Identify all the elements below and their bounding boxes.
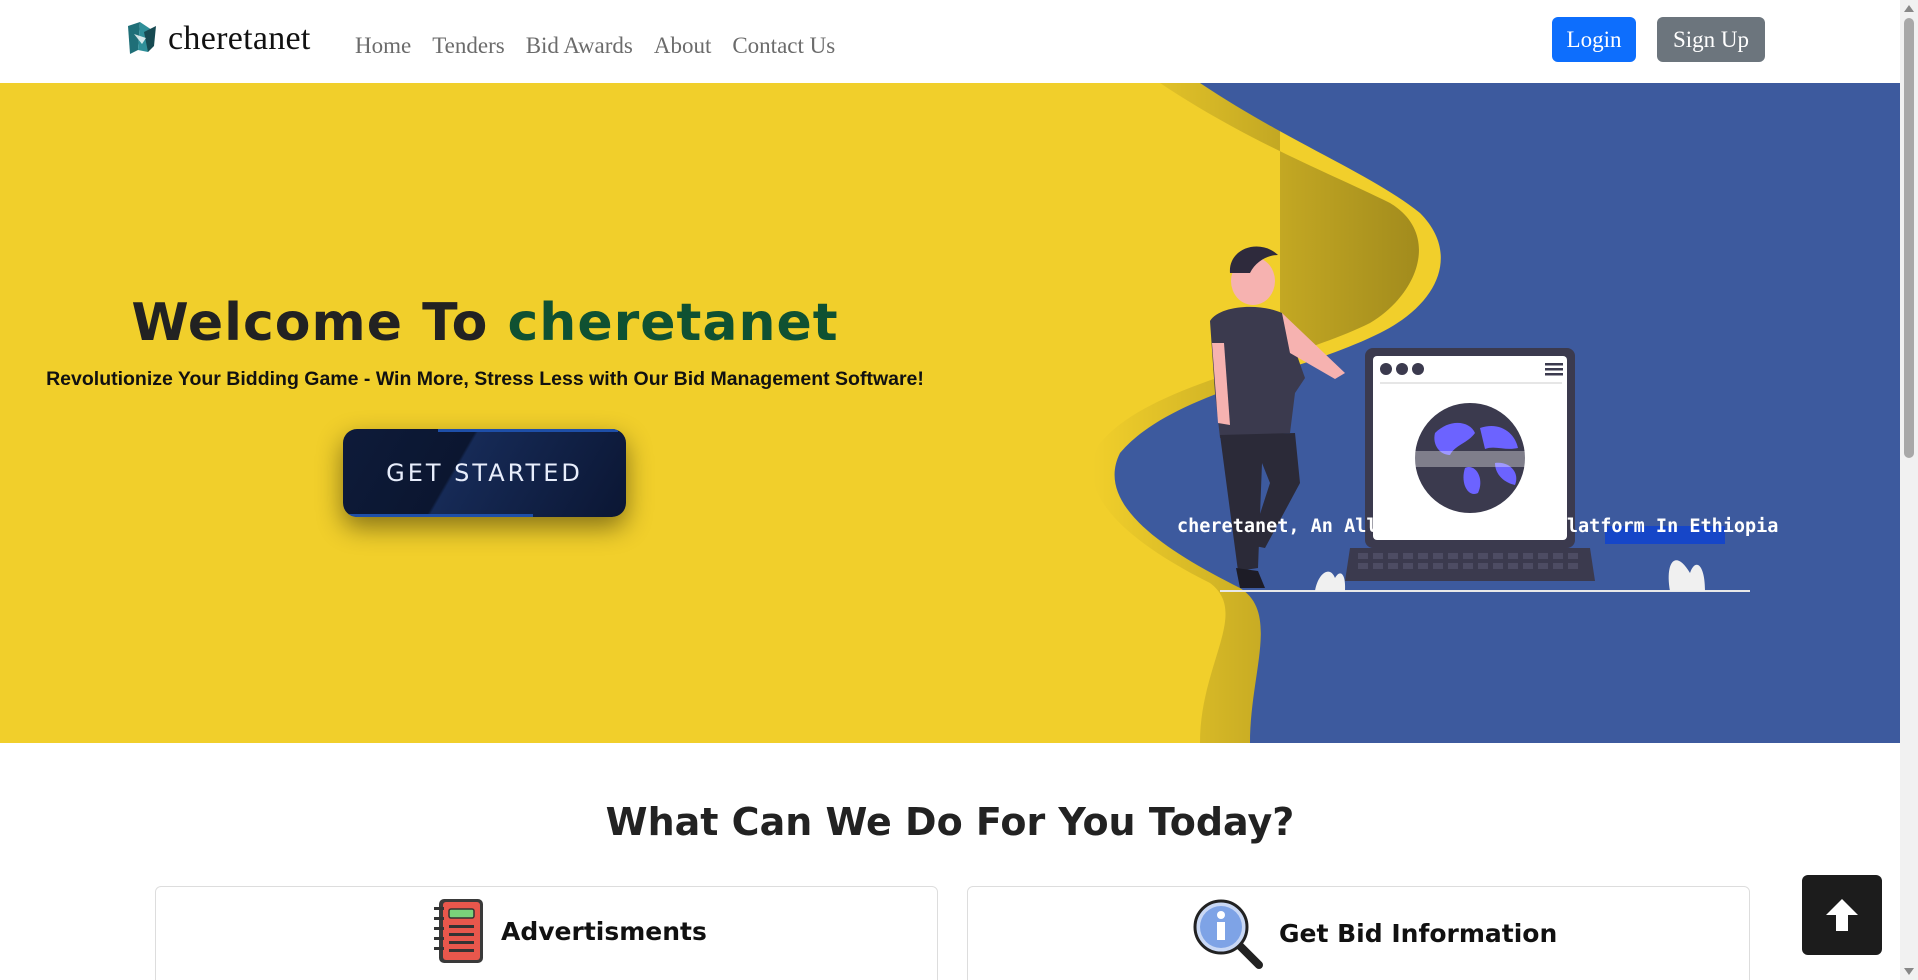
hero-title: Welcome To cheretanet bbox=[0, 293, 970, 353]
get-started-button[interactable]: GET STARTED bbox=[343, 429, 626, 517]
navbar: cheretanet Home Tenders Bid Awards About… bbox=[0, 0, 1900, 83]
nav-about[interactable]: About bbox=[654, 33, 712, 59]
bid-information-card[interactable]: Get Bid Information bbox=[967, 886, 1750, 980]
scroll-up-icon[interactable] bbox=[1904, 5, 1914, 12]
nav-home[interactable]: Home bbox=[355, 33, 411, 59]
brand-logo-icon bbox=[128, 22, 156, 54]
page-scrollbar[interactable] bbox=[1900, 0, 1918, 980]
main-nav: Home Tenders Bid Awards About Contact Us bbox=[355, 33, 856, 59]
hero-title-prefix: Welcome To bbox=[131, 293, 489, 353]
login-button[interactable]: Login bbox=[1552, 17, 1636, 62]
services-title: What Can We Do For You Today? bbox=[605, 800, 1295, 844]
scroll-thumb[interactable] bbox=[1904, 18, 1914, 458]
signup-button[interactable]: Sign Up bbox=[1657, 17, 1765, 62]
card-header: Advertisments bbox=[431, 897, 707, 965]
hero-title-accent: cheretanet bbox=[507, 293, 839, 353]
brand[interactable]: cheretanet bbox=[126, 20, 311, 58]
hero-caption: cheretanet, An All-In-One Bidding Platfo… bbox=[1177, 516, 1779, 537]
hero-subtitle: Revolutionize Your Bidding Game - Win Mo… bbox=[46, 368, 924, 390]
nav-contact-us[interactable]: Contact Us bbox=[732, 33, 835, 59]
advertisements-card[interactable]: Advertisments bbox=[155, 886, 938, 980]
info-magnifier-icon bbox=[1193, 899, 1263, 969]
nav-tenders[interactable]: Tenders bbox=[432, 33, 504, 59]
back-to-top-button[interactable] bbox=[1802, 875, 1882, 955]
card-label: Advertisments bbox=[501, 916, 707, 946]
card-label: Get Bid Information bbox=[1279, 918, 1558, 948]
card-header: Get Bid Information bbox=[1193, 897, 1557, 969]
hero-section: Welcome To cheretanet Revolutionize Your… bbox=[0, 83, 1900, 743]
arrow-up-icon bbox=[1826, 899, 1858, 931]
nav-bid-awards[interactable]: Bid Awards bbox=[526, 33, 633, 59]
scroll-down-icon[interactable] bbox=[1904, 968, 1914, 975]
notebook-icon bbox=[434, 899, 483, 963]
brand-name: cheretanet bbox=[168, 20, 311, 57]
